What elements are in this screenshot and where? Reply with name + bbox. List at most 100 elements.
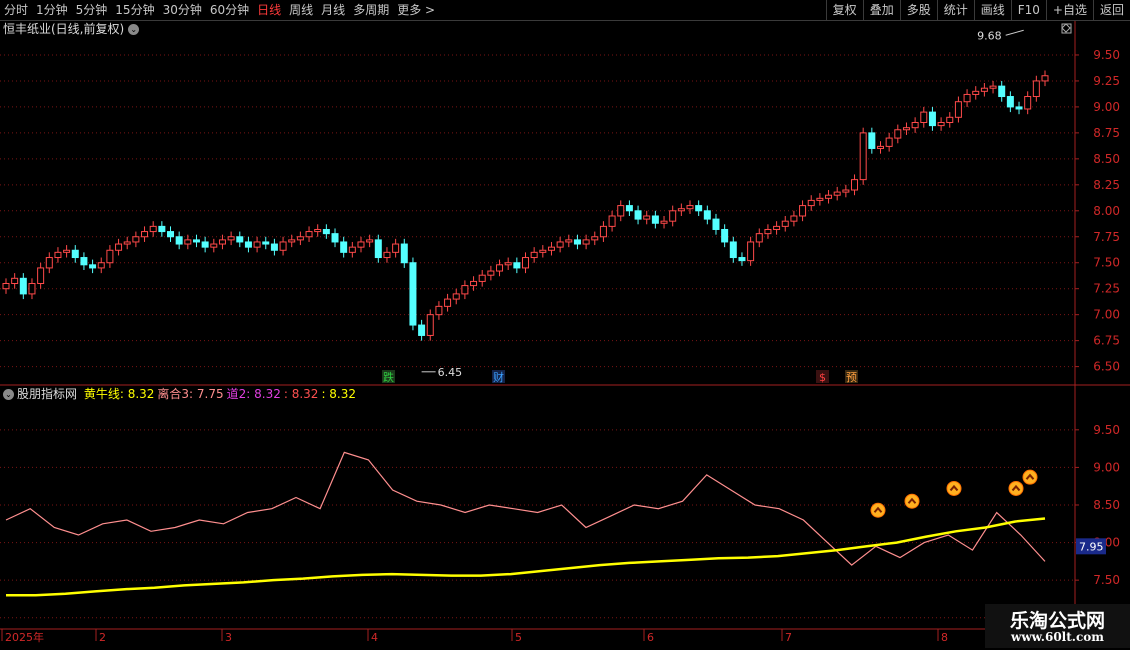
indicator-tick-label: 7.50: [1093, 573, 1120, 587]
candle-body: [816, 197, 824, 201]
candle-body: [651, 215, 659, 224]
toolbar-button-4[interactable]: 画线: [973, 0, 1011, 20]
candle-body: [340, 241, 348, 253]
toolbar-button-2[interactable]: 多股: [899, 0, 937, 20]
candle: [314, 224, 322, 237]
candle: [764, 224, 772, 239]
candle-body: [262, 241, 270, 245]
candle: [400, 238, 408, 268]
candle-body: [781, 220, 789, 227]
candle: [496, 259, 504, 277]
xaxis-label: 3: [225, 631, 232, 644]
candle-body: [63, 249, 71, 253]
candle-body: [902, 127, 910, 131]
candle: [409, 257, 417, 331]
candle: [253, 236, 261, 253]
tab-period-1[interactable]: 1分钟: [32, 0, 72, 20]
signal-icon-circle: [1008, 480, 1024, 496]
candle: [461, 280, 469, 300]
candle-body: [296, 236, 304, 241]
candle: [141, 226, 149, 242]
candle-body: [270, 243, 278, 251]
candle-body: [1006, 96, 1014, 108]
candle-body: [452, 293, 460, 300]
candle-body: [885, 137, 893, 147]
xaxis-label: 2: [99, 631, 106, 644]
candle: [175, 231, 183, 250]
candle-body: [937, 121, 945, 127]
candle-body: [634, 210, 642, 220]
candle-body: [331, 233, 339, 243]
event-marker[interactable]: 跌: [382, 370, 395, 384]
signal-icon: [1008, 480, 1024, 496]
event-marker[interactable]: 财: [492, 370, 505, 384]
event-marker[interactable]: $: [816, 370, 829, 384]
candle-body: [530, 251, 538, 259]
price-tick-label: 7.50: [1093, 256, 1120, 270]
tab-period-7[interactable]: 周线: [285, 0, 317, 20]
signal-icon: [904, 493, 920, 509]
candle-body: [487, 270, 495, 276]
candle-body: [435, 305, 443, 316]
tab-period-9[interactable]: 多周期: [349, 0, 393, 20]
candle-body: [773, 225, 781, 230]
candle: [773, 221, 781, 235]
candle-body: [522, 257, 529, 269]
candle: [63, 245, 71, 258]
tab-period-2[interactable]: 5分钟: [72, 0, 112, 20]
candle-body: [80, 257, 88, 266]
candle: [132, 231, 140, 248]
candle: [721, 224, 729, 248]
tab-period-0[interactable]: 分时: [0, 0, 32, 20]
high-arrow: [1005, 29, 1024, 36]
signal-icon-circle: [870, 502, 886, 518]
indicator-tick-label: 9.50: [1093, 423, 1120, 437]
candle: [227, 231, 235, 246]
candle: [54, 247, 62, 263]
candle-body: [660, 220, 668, 224]
tab-period-3[interactable]: 15分钟: [111, 0, 158, 20]
candle-body: [677, 208, 685, 212]
stock-chart[interactable]: 9.50 9.25 9.00 8.75 8.50 8.25 8.00 7.75 7.50 7.25…: [0, 21, 1130, 650]
candle-body: [115, 243, 123, 251]
candle-body: [45, 257, 53, 269]
toolbar-button-5[interactable]: F10: [1010, 0, 1046, 20]
candle-body: [686, 205, 694, 210]
tab-period-6[interactable]: 日线: [253, 0, 285, 20]
tab-period-5[interactable]: 60分钟: [206, 0, 253, 20]
candle: [383, 247, 391, 263]
candle: [331, 228, 339, 248]
signal-icon-circle: [946, 480, 962, 496]
high-price-label: 9.68: [977, 29, 1002, 42]
toolbar-button-7[interactable]: 返回: [1092, 0, 1130, 20]
candle: [747, 236, 755, 266]
xaxis-label: 7: [785, 631, 792, 644]
tab-period-8[interactable]: 月线: [317, 0, 349, 20]
candle-body: [851, 179, 859, 191]
candle: [591, 231, 599, 246]
candle: [556, 236, 564, 253]
indicator-tick-label: 8.50: [1093, 498, 1120, 512]
candle-body: [954, 101, 962, 118]
tab-period-4[interactable]: 30分钟: [159, 0, 206, 20]
candle: [920, 106, 928, 128]
tab-period-10[interactable]: 更多 >: [393, 0, 439, 20]
toolbar-button-3[interactable]: 统计: [936, 0, 974, 20]
candle-body: [998, 85, 1006, 98]
candle-body: [132, 236, 140, 243]
candle: [340, 236, 348, 258]
candle: [816, 193, 824, 206]
candle-body: [418, 324, 426, 336]
candle-body: [695, 205, 703, 212]
toolbar-button-1[interactable]: 叠加: [862, 0, 900, 20]
toolbar-button-0[interactable]: 复权: [825, 0, 863, 20]
event-marker-label: $: [819, 371, 826, 384]
candle: [262, 236, 270, 250]
toolbar-button-6[interactable]: +自选: [1045, 0, 1093, 20]
candle: [37, 262, 45, 289]
event-marker-label: 预: [846, 371, 857, 384]
candle: [1006, 91, 1014, 113]
candle: [573, 234, 581, 250]
candle-body: [2, 283, 10, 290]
event-marker[interactable]: 预: [845, 370, 858, 384]
